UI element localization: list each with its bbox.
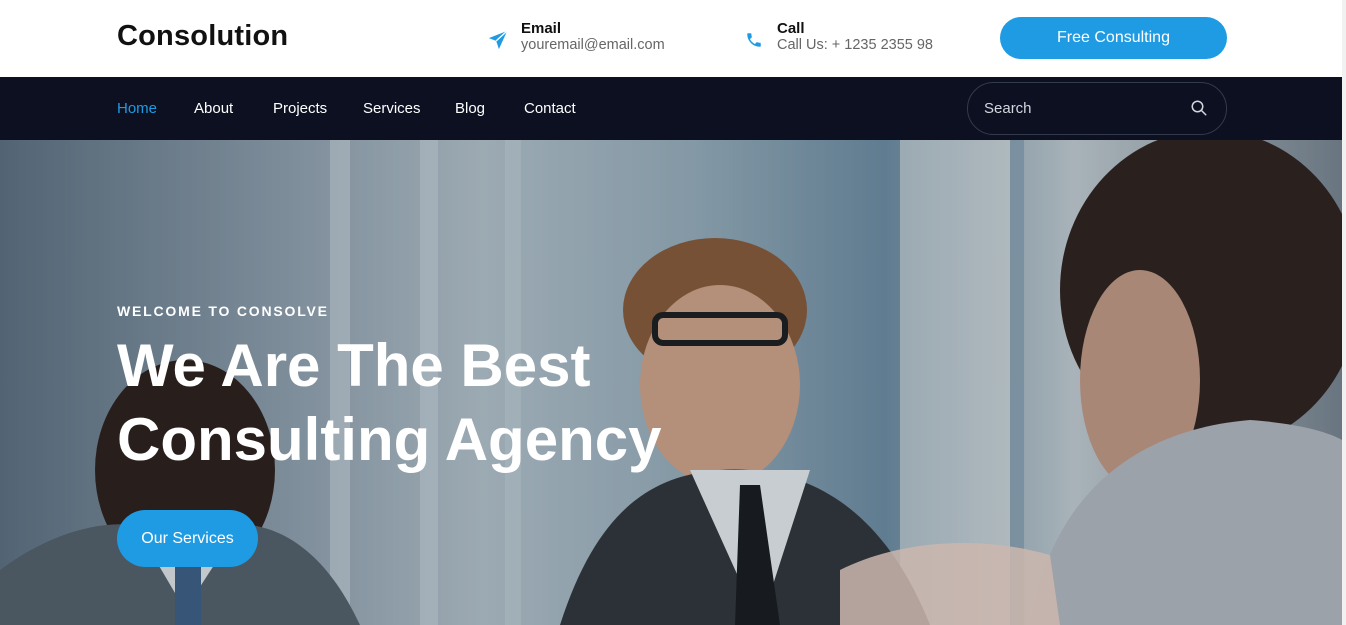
email-label: Email [521,20,562,37]
search-input[interactable] [984,100,1190,117]
free-consulting-button[interactable]: Free Consulting [1000,17,1227,59]
call-contact: Call Call Us: + 1235 2355 98 [741,21,933,53]
nav-item-home[interactable]: Home [117,100,157,117]
nav-item-projects[interactable]: Projects [273,100,327,117]
nav-item-services[interactable]: Services [363,100,421,117]
nav-item-contact[interactable]: Contact [524,100,576,117]
search-box [967,82,1227,135]
hero-headline-line-2: Consulting Agency [117,406,662,473]
email-contact: Email youremail@email.com [485,21,665,53]
search-icon[interactable] [1190,99,1210,119]
hero-banner: WELCOME TO CONSOLVE We Are The Best Cons… [0,140,1342,625]
main-navbar: Home About Projects Services Blog Contac… [0,77,1342,140]
nav-item-about[interactable]: About [194,100,233,117]
call-label: Call [777,20,805,37]
top-header: Consolution Email youremail@email.com Ca… [0,0,1342,77]
hero-kicker: WELCOME TO CONSOLVE [117,303,329,319]
call-value[interactable]: Call Us: + 1235 2355 98 [777,37,933,53]
nav-item-blog[interactable]: Blog [455,100,485,117]
phone-icon [741,27,767,53]
our-services-button[interactable]: Our Services [117,510,258,567]
hero-text-block: WELCOME TO CONSOLVE We Are The Best Cons… [117,303,737,477]
hero-headline: We Are The Best Consulting Agency [117,329,737,477]
brand-logo[interactable]: Consolution [117,20,288,53]
hero-headline-line-1: We Are The Best [117,332,591,399]
email-value[interactable]: youremail@email.com [521,37,665,53]
paper-plane-icon [485,27,511,53]
scrollbar-track[interactable] [1342,0,1346,625]
